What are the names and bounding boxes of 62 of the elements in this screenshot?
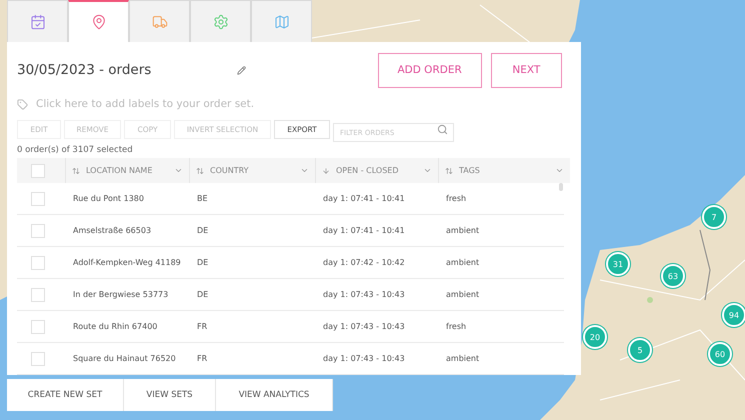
table-cell-text: DE <box>196 289 210 301</box>
table-cell-text: In der Bergwiese 53773 <box>72 289 170 301</box>
bottom-bar-button[interactable]: VIEW ANALYTICS <box>216 379 333 411</box>
table-cell-text: day 1: 07:43 - 10:43 <box>322 353 406 365</box>
table-cell-text: ambient <box>445 225 480 237</box>
sort-arrow-icon[interactable] <box>322 166 330 174</box>
tag-icon <box>17 98 28 110</box>
cluster-marker[interactable]: 94 <box>722 303 745 327</box>
column-header[interactable]: TAGS <box>459 166 549 175</box>
settings-icon <box>212 14 228 30</box>
table-cell-text: fresh <box>445 193 468 205</box>
table-cell-text: ambient <box>445 353 480 365</box>
table-cell-text: fresh <box>445 321 468 333</box>
table-cell-text: Adolf-Kempken-Weg 41189 <box>72 257 182 269</box>
scrollbar-thumb[interactable] <box>559 183 563 191</box>
row-checkbox[interactable] <box>31 256 45 270</box>
selection-count: 0 order(s) of 3107 selected <box>17 144 134 157</box>
labels-prompt[interactable]: Click here to add labels to your order set. <box>36 98 254 110</box>
pencil-icon[interactable] <box>236 66 246 75</box>
chevron-icon[interactable] <box>555 166 564 175</box>
sort-icon[interactable] <box>72 166 80 174</box>
table-cell-text: day 1: 07:43 - 10:43 <box>322 321 406 333</box>
bottom-bar-button[interactable]: CREATE NEW SET <box>7 379 124 411</box>
select-all-checkbox[interactable] <box>31 164 45 178</box>
chevron-icon[interactable] <box>423 166 432 175</box>
table-cell-text: ambient <box>445 289 480 301</box>
table-cell-text: DE <box>196 257 210 269</box>
table-cell-text: ambient <box>445 257 480 269</box>
chevron-icon[interactable] <box>300 166 309 175</box>
table-cell-text: day 1: 07:41 - 10:41 <box>322 193 406 205</box>
row-checkbox[interactable] <box>31 320 45 334</box>
table-cell-text: DE <box>196 225 210 237</box>
bottom-bar-button[interactable]: VIEW SETS <box>124 379 216 411</box>
column-header[interactable]: COUNTRY <box>210 166 294 175</box>
sort-icon[interactable] <box>445 166 453 174</box>
calendar-icon <box>30 14 46 30</box>
table-cell-text: FR <box>196 353 208 365</box>
chevron-icon[interactable] <box>174 166 183 175</box>
map-icon <box>274 14 290 30</box>
row-checkbox[interactable] <box>31 192 45 206</box>
table-cell-text: day 1: 07:41 - 10:41 <box>322 225 406 237</box>
row-checkbox[interactable] <box>31 224 45 238</box>
table-cell-text: FR <box>196 321 208 333</box>
table-cell-text: Route du Rhin 67400 <box>72 321 158 333</box>
row-checkbox[interactable] <box>31 288 45 302</box>
sort-icon[interactable] <box>196 166 204 174</box>
row-checkbox[interactable] <box>31 352 45 366</box>
table-cell-text: Square du Hainaut 76520 <box>72 353 177 365</box>
column-header[interactable]: OPEN - CLOSED <box>336 166 417 175</box>
table-cell-text: Rue du Pont 1380 <box>72 193 145 205</box>
table-cell-text: BE <box>196 193 209 205</box>
map-pin-icon <box>90 14 106 30</box>
truck-icon <box>152 14 168 30</box>
table-cell-text: Amselstraße 66503 <box>72 225 152 237</box>
add-order-button[interactable]: ADD ORDER <box>378 52 482 88</box>
table-cell-text: day 1: 07:42 - 10:42 <box>322 257 406 269</box>
search-icon <box>437 124 448 135</box>
next-button[interactable]: NEXT <box>490 52 562 88</box>
table-cell-text: day 1: 07:43 - 10:43 <box>322 289 406 301</box>
order-set-title: 30/05/2023 - orders <box>17 62 152 78</box>
tab[interactable] <box>68 0 129 42</box>
column-header[interactable]: LOCATION NAME <box>86 166 168 175</box>
